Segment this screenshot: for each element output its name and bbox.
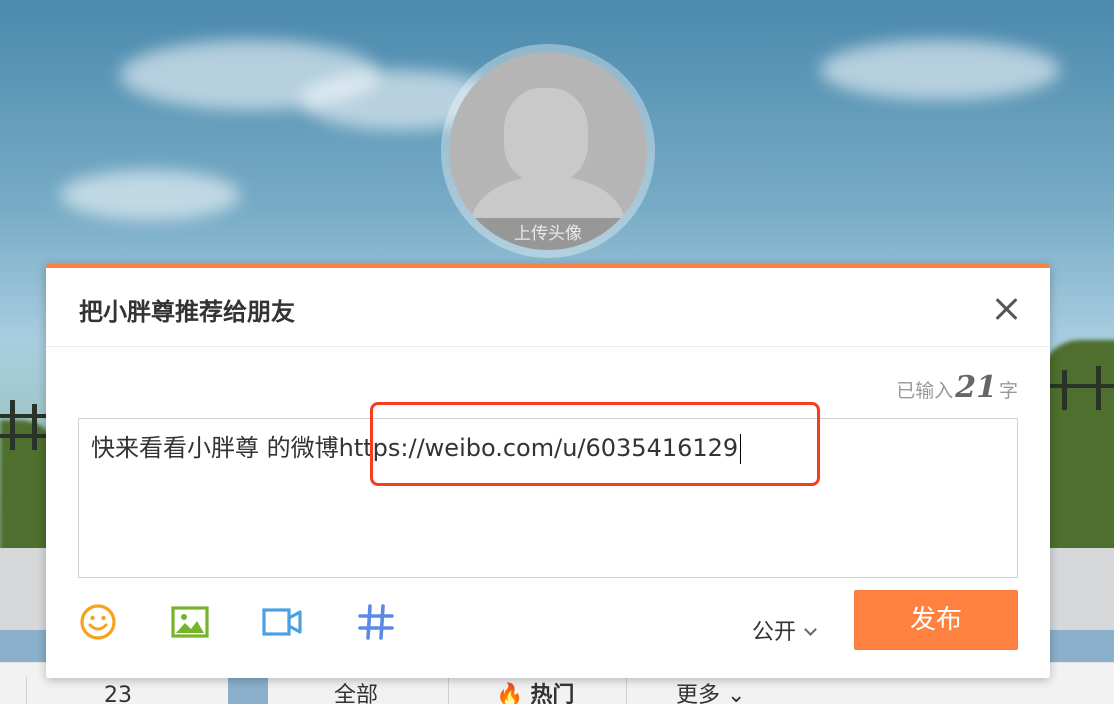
recommend-dialog: 把小胖尊推荐给朋友 已输入21 字 快来看看小胖尊 的微博https://weib… (46, 264, 1050, 678)
fire-icon: 🔥 (496, 683, 524, 704)
topic-hashtag-icon[interactable] (356, 602, 396, 642)
publish-button[interactable]: 发布 (854, 590, 1018, 650)
privacy-label: 公开 (752, 620, 797, 645)
chevron-down-icon: ⌄ (727, 683, 746, 704)
counter-suffix: 字 (998, 380, 1018, 402)
text-caret (740, 434, 742, 464)
privacy-dropdown[interactable]: 公开 (752, 614, 817, 646)
counter-number: 21 (955, 370, 997, 405)
counter-prefix: 已输入 (896, 380, 954, 402)
close-icon[interactable] (992, 294, 1022, 324)
image-icon[interactable] (170, 602, 210, 642)
dialog-divider (46, 346, 1050, 347)
message-text: 快来看看小胖尊 的微博 (91, 434, 339, 462)
message-link: https://weibo.com/u/6035416129 (338, 434, 739, 462)
avatar[interactable]: 上传头像 (449, 52, 647, 250)
dialog-title: 把小胖尊推荐给朋友 (79, 298, 295, 326)
tab-more-label: 更多 (676, 683, 721, 704)
character-counter: 已输入21 字 (896, 370, 1018, 405)
message-textarea[interactable]: 快来看看小胖尊 的微博https://weibo.com/u/603541612… (78, 418, 1018, 578)
emoji-icon[interactable] (78, 602, 118, 642)
video-icon[interactable] (262, 602, 302, 642)
avatar-placeholder-head (504, 88, 588, 182)
upload-avatar-label[interactable]: 上传头像 (449, 218, 647, 250)
chevron-down-icon (804, 623, 817, 636)
tab-hot-label: 热门 (530, 683, 575, 704)
